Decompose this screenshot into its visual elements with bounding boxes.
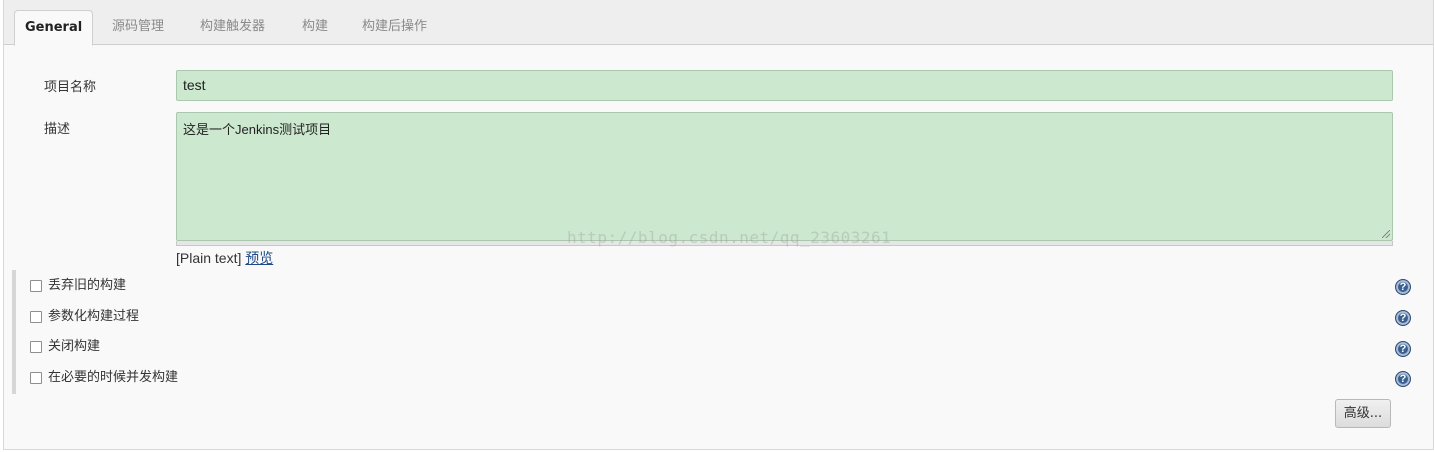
help-icon[interactable]: ?: [1395, 371, 1411, 387]
preview-link[interactable]: 预览: [245, 250, 273, 266]
config-tab-bar: General 源码管理 构建触发器 构建 构建后操作: [4, 0, 1433, 46]
tab-build[interactable]: 构建: [292, 10, 338, 45]
tab-general[interactable]: General: [14, 10, 94, 46]
tab-source-code-management[interactable]: 源码管理: [102, 10, 174, 45]
general-options-section: 丢弃旧的构建 参数化构建过程 关闭构建 在必要的时候并发构建: [12, 270, 1430, 394]
resize-handle-icon[interactable]: [1382, 230, 1390, 238]
project-name-input[interactable]: test: [176, 70, 1393, 101]
disable-build-checkbox[interactable]: [30, 341, 42, 353]
watermark: http://blog.csdn.net/qq_23603261: [567, 228, 892, 247]
description-textarea[interactable]: 这是一个Jenkins测试项目: [176, 112, 1393, 241]
project-name-label: 项目名称: [44, 80, 97, 95]
help-icon[interactable]: ?: [1395, 310, 1411, 326]
concurrent-builds-checkbox[interactable]: [30, 372, 42, 384]
concurrent-builds-label: 在必要的时候并发构建: [48, 370, 179, 385]
disable-build-label: 关闭构建: [48, 339, 101, 354]
tab-post-build-actions[interactable]: 构建后操作: [352, 10, 437, 45]
parameterized-build-checkbox[interactable]: [30, 311, 42, 323]
description-text: 这是一个Jenkins测试项目: [183, 122, 332, 137]
job-config-panel: General 源码管理 构建触发器 构建 构建后操作 项目名称 test 描述…: [3, 0, 1434, 450]
tab-build-triggers[interactable]: 构建触发器: [190, 10, 275, 45]
format-label: [Plain text]: [176, 250, 242, 266]
help-icon[interactable]: ?: [1395, 341, 1411, 357]
description-format: [Plain text] 预览: [176, 248, 273, 268]
discard-old-builds-label: 丢弃旧的构建: [48, 278, 127, 293]
help-icon[interactable]: ?: [1395, 279, 1411, 295]
description-label: 描述: [44, 122, 71, 137]
parameterized-build-label: 参数化构建过程: [48, 309, 140, 324]
advanced-button[interactable]: 高级...: [1335, 399, 1391, 428]
discard-old-builds-checkbox[interactable]: [30, 280, 42, 292]
